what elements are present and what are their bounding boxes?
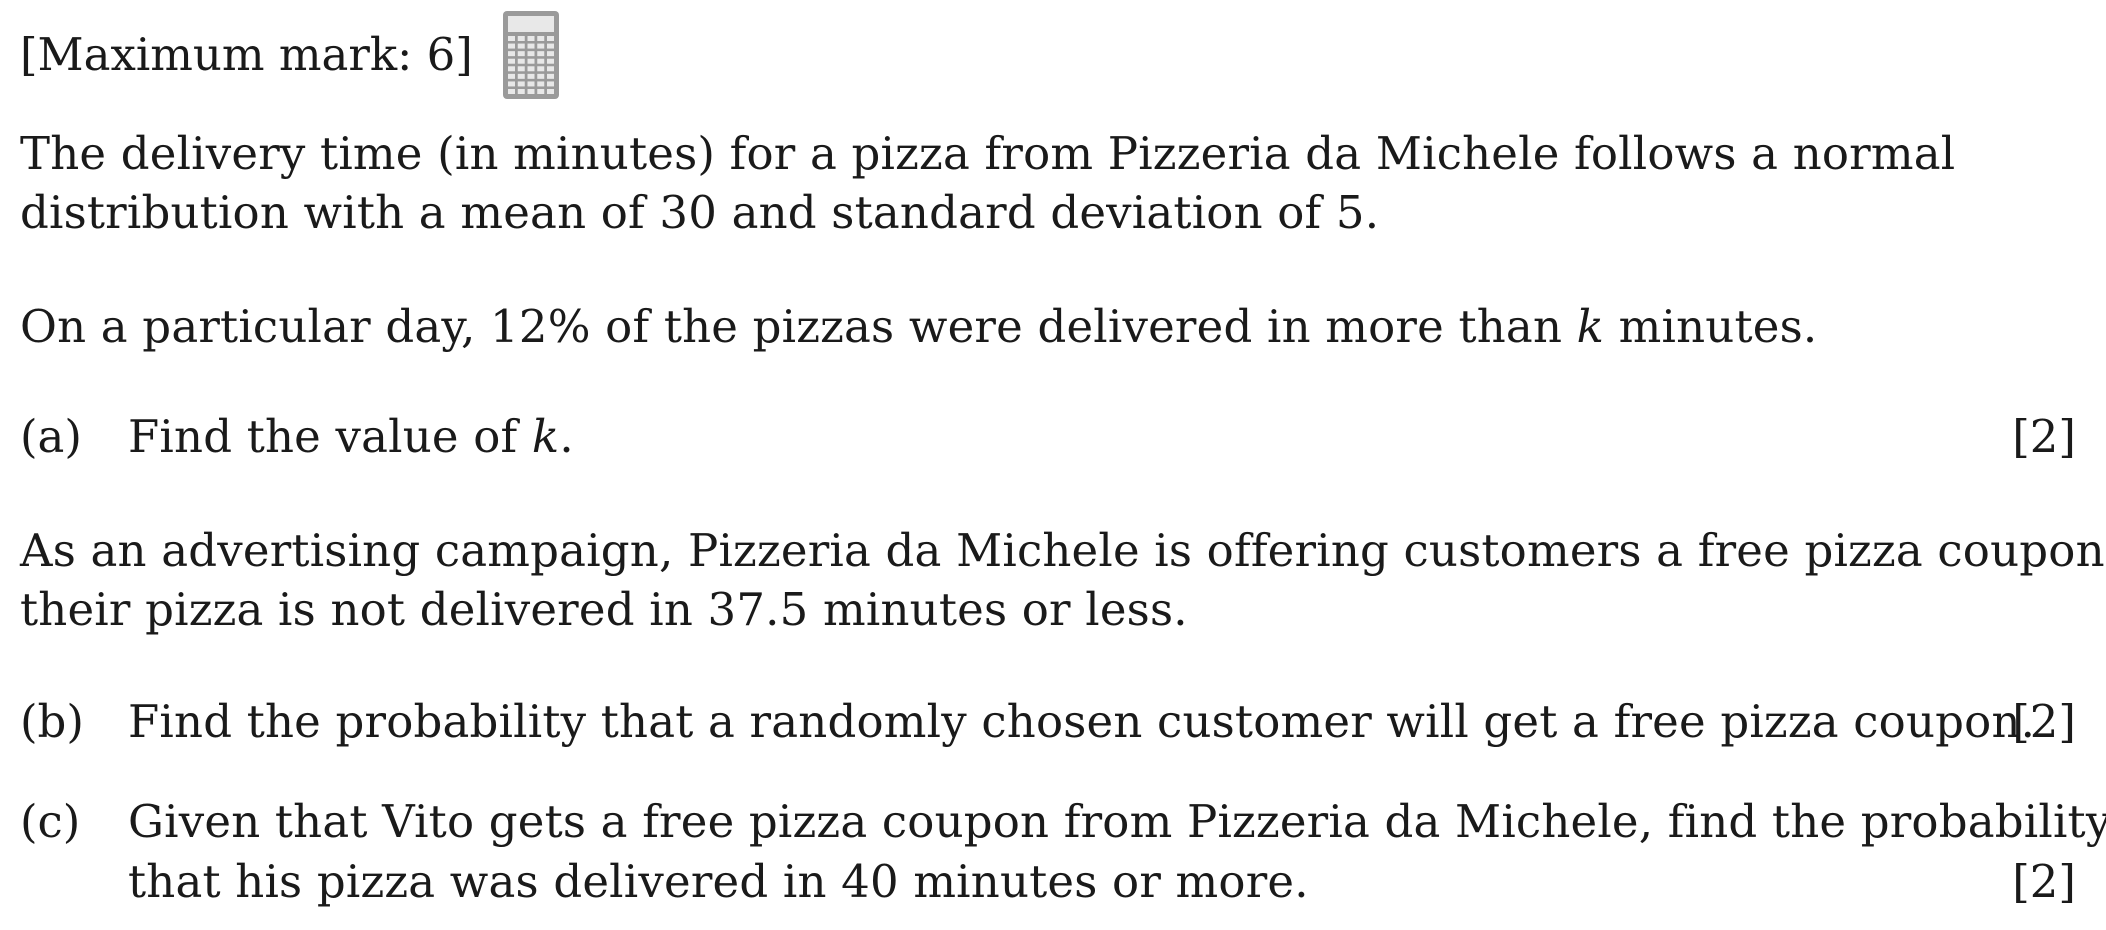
part-a-label: (a) — [20, 410, 82, 463]
calculator-key — [508, 36, 515, 41]
calculator-key — [508, 66, 515, 72]
calculator-key — [517, 81, 525, 87]
calculator-key — [547, 51, 554, 57]
calculator-key — [527, 73, 535, 79]
calculator-key — [508, 81, 515, 87]
calculator-key — [547, 81, 554, 87]
part-b-label: (b) — [20, 695, 84, 748]
calculator-key — [517, 58, 525, 64]
part-a-marks: [2] — [2012, 410, 2076, 463]
calculator-key — [547, 66, 554, 72]
calculator-key — [537, 73, 545, 79]
calculator-key — [527, 36, 535, 41]
calculator-key — [547, 89, 554, 94]
calculator-icon — [503, 11, 559, 99]
calculator-key — [537, 43, 545, 49]
calculator-key — [517, 89, 525, 94]
calculator-key — [508, 89, 515, 94]
part-b-marks: [2] — [2012, 695, 2076, 748]
calculator-key — [537, 81, 545, 87]
calculator-key — [537, 89, 545, 94]
maximum-mark: [Maximum mark: 6] — [20, 28, 473, 81]
calculator-key — [537, 51, 545, 57]
part-a-text-end: . — [559, 410, 574, 463]
calculator-key — [508, 43, 515, 49]
part-b-question: Find the probability that a randomly cho… — [128, 695, 2036, 748]
variable-k: k — [531, 410, 560, 463]
context-1: On a particular day, 12% of the pizzas w… — [20, 297, 1817, 357]
part-c-question-line-2: that his pizza was delivered in 40 minut… — [128, 855, 1309, 908]
context-1-text-start: On a particular day, 12% of the pizzas w… — [20, 300, 1577, 353]
question-page: [Maximum mark: 6] The delivery time (in … — [0, 0, 2106, 930]
calculator-key — [508, 58, 515, 64]
calculator-key — [547, 43, 554, 49]
calculator-key — [537, 36, 545, 41]
part-a-question: Find the value of k. — [128, 407, 574, 467]
variable-k: k — [1576, 300, 1605, 353]
calculator-key — [517, 66, 525, 72]
calculator-key — [527, 66, 535, 72]
calculator-key — [537, 58, 545, 64]
calculator-key — [517, 73, 525, 79]
calculator-key — [527, 51, 535, 57]
part-c-question-line-1: Given that Vito gets a free pizza coupon… — [128, 795, 2106, 848]
calculator-key — [537, 66, 545, 72]
calculator-key — [508, 73, 515, 79]
calculator-key — [517, 43, 525, 49]
intro-line-1: The delivery time (in minutes) for a piz… — [20, 127, 1956, 180]
calculator-key — [547, 73, 554, 79]
context-1-text-end: minutes. — [1604, 300, 1818, 353]
calculator-key — [517, 36, 525, 41]
calculator-key — [547, 36, 554, 41]
calculator-key — [527, 81, 535, 87]
context-2-line-2: their pizza is not delivered in 37.5 min… — [20, 583, 1188, 636]
calculator-key — [527, 58, 535, 64]
calculator-key — [517, 51, 525, 57]
calculator-key — [508, 51, 515, 57]
calculator-key — [547, 58, 554, 64]
part-a-text-start: Find the value of — [128, 410, 532, 463]
intro-line-2: distribution with a mean of 30 and stand… — [20, 186, 1380, 239]
part-c-label: (c) — [20, 795, 81, 848]
context-2-line-1: As an advertising campaign, Pizzeria da … — [20, 524, 2106, 577]
calculator-key — [527, 89, 535, 94]
calculator-key — [527, 43, 535, 49]
part-c-marks: [2] — [2012, 855, 2076, 908]
